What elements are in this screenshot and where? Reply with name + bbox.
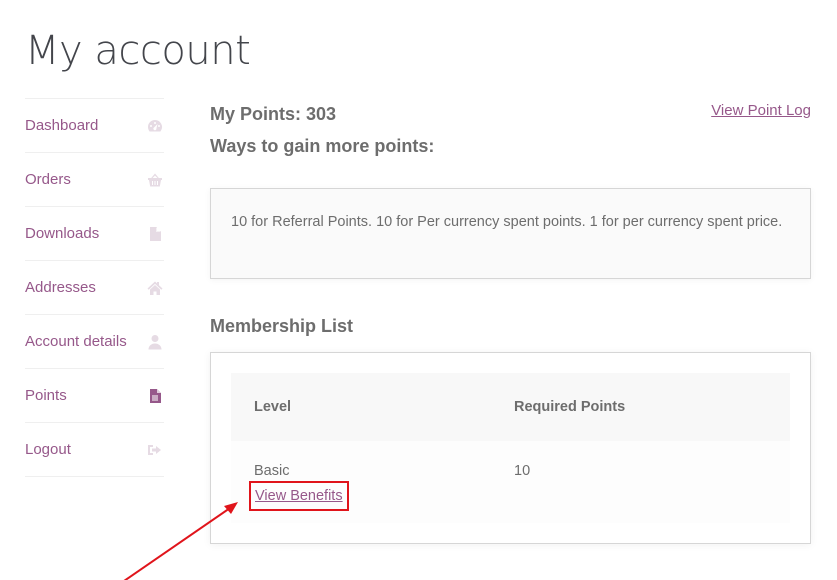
points-info-box: 10 for Referral Points. 10 for Per curre… <box>210 188 811 279</box>
sidebar-item-orders[interactable]: Orders <box>25 153 164 207</box>
sign-out-icon <box>146 441 164 459</box>
home-icon <box>146 279 164 297</box>
user-icon <box>146 333 164 351</box>
document-icon <box>146 387 164 405</box>
points-info-text: 10 for Referral Points. 10 for Per curre… <box>231 214 783 230</box>
level-name: Basic <box>254 463 290 479</box>
cell-required-points: 10 <box>491 441 790 523</box>
ways-to-gain-heading: Ways to gain more points: <box>210 136 435 156</box>
sidebar-item-addresses[interactable]: Addresses <box>25 261 164 315</box>
membership-list-heading: Membership List <box>210 316 354 336</box>
table-row: Basic View Benefits 10 <box>231 441 790 523</box>
sidebar-item-label: Account details <box>25 333 127 350</box>
account-navigation: Dashboard Orders Downloads Addresses Acc… <box>25 98 164 477</box>
dashboard-gauge-icon <box>146 117 164 135</box>
column-header-required-points: Required Points <box>491 373 790 441</box>
cell-level: Basic View Benefits <box>231 441 491 523</box>
column-header-level: Level <box>231 373 491 441</box>
sidebar-item-label: Dashboard <box>25 117 99 134</box>
view-benefits-link[interactable]: View Benefits <box>249 481 349 511</box>
sidebar-item-account-details[interactable]: Account details <box>25 315 164 369</box>
sidebar-item-downloads[interactable]: Downloads <box>25 207 164 261</box>
sidebar-item-label: Logout <box>25 441 71 458</box>
sidebar-item-label: Points <box>25 387 67 404</box>
basket-icon <box>146 171 164 189</box>
sidebar-item-label: Downloads <box>25 225 100 242</box>
my-points-heading: My Points: 303 <box>210 104 337 124</box>
table-header-row: Level Required Points <box>231 373 790 441</box>
view-point-log-link[interactable]: View Point Log <box>711 102 811 119</box>
sidebar-item-logout[interactable]: Logout <box>25 423 164 477</box>
sidebar-item-points[interactable]: Points <box>25 369 164 423</box>
membership-table: Level Required Points Basic View Benefit… <box>231 373 790 523</box>
sidebar-item-dashboard[interactable]: Dashboard <box>25 99 164 153</box>
sidebar-item-label: Addresses <box>25 279 96 296</box>
sidebar-item-label: Orders <box>25 171 71 188</box>
page-title: My account <box>25 28 251 74</box>
membership-box: Level Required Points Basic View Benefit… <box>210 352 811 544</box>
file-icon <box>146 225 164 243</box>
